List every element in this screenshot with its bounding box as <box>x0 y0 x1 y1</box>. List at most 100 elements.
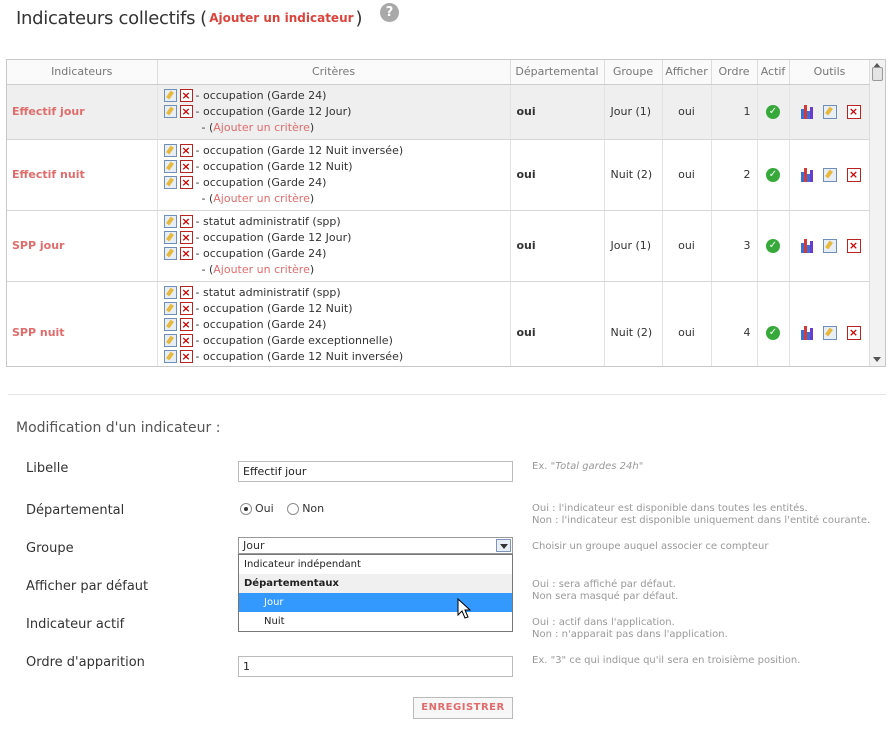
indicator-name[interactable]: Effectif jour <box>7 84 158 140</box>
tools-cell: × <box>789 210 871 282</box>
edit-criteria-icon[interactable] <box>163 144 177 157</box>
edit-indicator-icon[interactable] <box>822 104 837 119</box>
add-criteria-link[interactable]: Ajouter un critère <box>213 191 310 207</box>
indicators-table: Indicateurs Critères Départemental Group… <box>7 60 871 367</box>
edit-criteria-icon[interactable] <box>163 215 177 228</box>
edit-criteria-icon[interactable] <box>163 318 177 331</box>
add-criteria-link[interactable]: Ajouter un critère <box>213 365 310 367</box>
actif-hint: Oui : actif dans l'application. Non : n'… <box>532 617 728 641</box>
delete-criteria-icon[interactable]: × <box>179 144 193 157</box>
edit-criteria-icon[interactable] <box>163 89 177 102</box>
col-departemental[interactable]: Départemental <box>510 60 605 85</box>
add-indicator-link[interactable]: Ajouter un indicateur <box>209 11 353 25</box>
table-row[interactable]: SPP nuit × - statut administratif (spp) × - … <box>7 281 871 367</box>
table-row[interactable]: Effectif jour × - occupation (Garde 24) × - … <box>7 84 871 140</box>
bar-chart-icon[interactable] <box>799 238 813 253</box>
bar-chart-icon[interactable] <box>799 325 813 340</box>
col-outils[interactable]: Outils <box>789 60 871 85</box>
col-ordre[interactable]: Ordre <box>711 60 758 85</box>
show-hint-line-2: Non sera masqué par défaut. <box>532 591 679 602</box>
delete-indicator-icon[interactable]: × <box>846 238 861 253</box>
option-jour[interactable]: Jour <box>239 593 512 612</box>
ordre-cell: 2 <box>711 139 758 211</box>
libelle-input[interactable] <box>238 461 513 482</box>
save-button[interactable]: ENREGISTRER <box>413 697 513 719</box>
col-groupe[interactable]: Groupe <box>604 60 663 85</box>
help-icon[interactable]: ? <box>380 3 399 22</box>
dept-yes-label[interactable]: Oui <box>255 502 274 515</box>
check-icon[interactable]: ✓ <box>766 326 780 340</box>
departemental-hint: Oui : l'indicateur est disponible dans t… <box>532 503 870 527</box>
active-hint-line-2: Non : n'apparait pas dans l'application. <box>532 629 728 640</box>
scroll-down-arrow-icon[interactable] <box>873 357 881 362</box>
dept-no-label[interactable]: Non <box>302 502 324 515</box>
edit-criteria-icon[interactable] <box>163 105 177 118</box>
scroll-thumb[interactable] <box>872 67 883 81</box>
delete-criteria-icon[interactable]: × <box>179 176 193 189</box>
bar-chart-bar <box>809 327 813 340</box>
afficher-cell: oui <box>662 281 712 366</box>
delete-criteria-icon[interactable]: × <box>179 286 193 299</box>
delete-criteria-icon[interactable]: × <box>179 89 193 102</box>
edit-criteria-icon[interactable] <box>163 302 177 315</box>
table-row[interactable]: SPP jour × - statut administratif (spp) × - … <box>7 210 871 282</box>
add-criteria-link[interactable]: Ajouter un critère <box>213 120 310 136</box>
add-suffix: ) <box>310 365 314 367</box>
grid-scrollbar[interactable] <box>869 60 885 366</box>
delete-indicator-icon[interactable]: × <box>846 104 861 119</box>
delete-indicator-icon[interactable]: × <box>846 167 861 182</box>
chevron-down-icon[interactable] <box>496 539 511 552</box>
delete-criteria-icon[interactable]: × <box>179 302 193 315</box>
edit-indicator-icon[interactable] <box>822 238 837 253</box>
criteria-text: - occupation (Garde 24) <box>195 317 327 331</box>
table-row[interactable]: Effectif nuit × - occupation (Garde 12 Nui… <box>7 139 871 211</box>
bar-chart-icon[interactable] <box>799 167 813 182</box>
delete-criteria-icon[interactable]: × <box>179 105 193 118</box>
delete-criteria-icon[interactable]: × <box>179 247 193 260</box>
check-icon[interactable]: ✓ <box>766 168 780 182</box>
title-paren-open: ( <box>200 7 208 29</box>
dept-no-radio[interactable] <box>287 503 300 515</box>
criteria-item: × - occupation (Garde 12 Jour) <box>163 104 510 120</box>
edit-criteria-icon[interactable] <box>163 350 177 363</box>
groupe-select[interactable]: Jour <box>238 537 513 554</box>
delete-criteria-icon[interactable]: × <box>179 350 193 363</box>
indicator-name[interactable]: SPP jour <box>7 210 158 282</box>
edit-criteria-icon[interactable] <box>163 231 177 244</box>
edit-indicator-icon[interactable] <box>822 167 837 182</box>
delete-criteria-icon[interactable]: × <box>179 160 193 173</box>
add-criteria-link[interactable]: Ajouter un critère <box>213 262 310 278</box>
check-icon[interactable]: ✓ <box>766 105 780 119</box>
edit-criteria-icon[interactable] <box>163 286 177 299</box>
col-criteres[interactable]: Critères <box>157 60 511 85</box>
indicator-name[interactable]: Effectif nuit <box>7 139 158 211</box>
criteria-item: × - occupation (Garde 24) <box>163 88 510 104</box>
ordre-input[interactable] <box>238 656 513 677</box>
dept-yes-radio[interactable] <box>240 503 252 515</box>
criteria-cell: × - statut administratif (spp) × - occupati… <box>157 281 511 367</box>
hint-example: Total gardes 24h <box>555 461 639 472</box>
col-actif[interactable]: Actif <box>757 60 790 85</box>
col-indicateurs[interactable]: Indicateurs <box>7 60 158 85</box>
edit-indicator-icon[interactable] <box>822 325 837 340</box>
delete-criteria-icon[interactable]: × <box>179 334 193 347</box>
delete-criteria-icon[interactable]: × <box>179 318 193 331</box>
bar-chart-icon[interactable] <box>799 104 813 119</box>
delete-indicator-icon[interactable]: × <box>846 325 861 340</box>
col-afficher[interactable]: Afficher <box>662 60 712 85</box>
criteria-text: - occupation (Garde 12 Jour) <box>195 104 352 118</box>
edit-criteria-icon[interactable] <box>163 334 177 347</box>
tools-cell: × <box>789 84 871 140</box>
criteria-text: - occupation (Garde 24) <box>195 175 327 189</box>
option-nuit[interactable]: Nuit <box>239 612 512 631</box>
delete-criteria-icon[interactable]: × <box>179 215 193 228</box>
edit-criteria-icon[interactable] <box>163 247 177 260</box>
criteria-text: - occupation (Garde 12 Nuit) <box>195 159 353 173</box>
indicator-name[interactable]: SPP nuit <box>7 281 158 366</box>
check-icon[interactable]: ✓ <box>766 239 780 253</box>
edit-criteria-icon[interactable] <box>163 160 177 173</box>
afficher-cell: oui <box>662 210 712 282</box>
option-independent[interactable]: Indicateur indépendant <box>239 555 512 574</box>
edit-criteria-icon[interactable] <box>163 176 177 189</box>
delete-criteria-icon[interactable]: × <box>179 231 193 244</box>
